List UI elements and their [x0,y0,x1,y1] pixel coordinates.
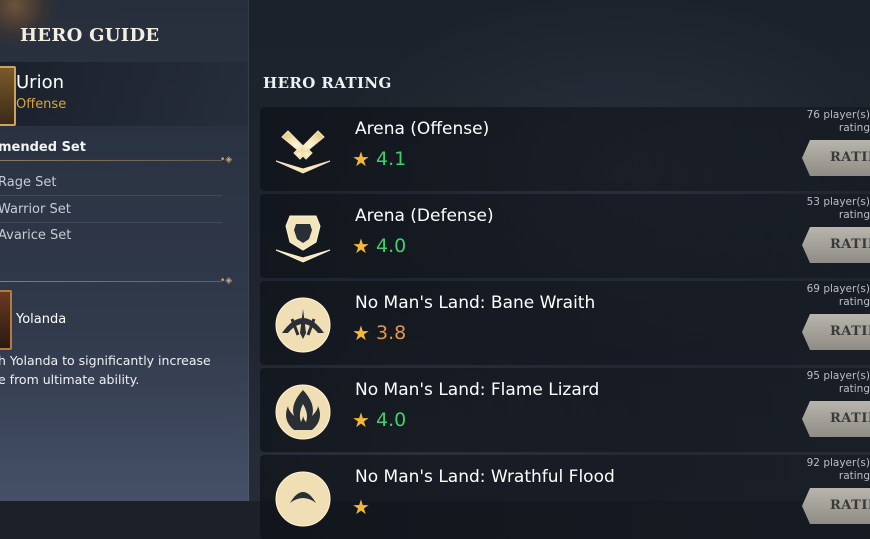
star-icon: ★ [352,234,370,258]
player-count-sub: rating [838,296,870,308]
star-icon: ★ [352,321,370,345]
wraith-icon [268,289,338,359]
player-count-sub: rating [838,470,870,482]
player-count-sub: rating [838,122,870,134]
divider [0,160,222,161]
player-count-text: 95 player(s) [806,370,870,382]
rating-score: 4.1 [376,148,407,170]
player-count-sub: rating [838,209,870,221]
rating-score: 3.8 [376,322,407,344]
star-icon: ★ [352,147,370,171]
rating-button[interactable]: RATIN [802,314,870,350]
rating-score: 4.0 [376,409,407,431]
rating-button[interactable]: RATIN [802,488,870,524]
rating-button[interactable]: RATIN [802,227,870,263]
star-icon: ★ [352,408,370,432]
player-count-sub: rating [838,383,870,395]
divider-ornament: •◈ [220,276,233,286]
rating-button[interactable]: RATIN [802,140,870,176]
partner-name: Yolanda [16,312,67,327]
set-item-warrior[interactable]: Warrior Set [0,197,222,223]
hero-rating-title: HERO RATING [263,74,392,92]
hero-portrait [0,66,16,126]
divider [0,281,222,282]
divider-ornament: •◈ [220,155,233,165]
hero-name: Urion [16,72,64,93]
mode-name: No Man's Land: Bane Wraith [355,293,596,313]
page-title: HERO GUIDE [20,25,160,46]
player-count-text: 76 player(s) [806,109,870,121]
player-count: 92 player(s) rating [750,457,870,483]
partner-description: h Yolanda to significantly increase e fr… [0,353,211,387]
mode-name: Arena (Offense) [355,119,490,139]
hero-guide-panel: HERO GUIDE Urion Offense mended Set •◈ R… [0,0,249,501]
set-item-rage[interactable]: Rage Set [0,170,222,196]
player-count-text: 92 player(s) [806,457,870,469]
mode-name: No Man's Land: Wrathful Flood [355,467,615,487]
hero-role: Offense [16,97,67,112]
player-count: 76 player(s) rating [750,109,870,135]
player-count: 53 player(s) rating [750,196,870,222]
player-count-text: 69 player(s) [806,283,870,295]
shield-icon [268,202,338,272]
mode-name: Arena (Defense) [355,206,494,226]
crossed-swords-icon [268,115,338,185]
player-count-text: 53 player(s) [806,196,870,208]
partner-portrait[interactable] [0,290,12,350]
star-icon: ★ [352,495,370,519]
recommended-set-label: mended Set [0,140,86,155]
mode-name: No Man's Land: Flame Lizard [355,380,600,400]
set-item-avarice[interactable]: Avarice Set [0,223,222,248]
rating-button[interactable]: RATIN [802,401,870,437]
flood-icon [268,463,338,533]
flame-icon [268,376,338,446]
hero-header[interactable]: Urion Offense [0,62,248,126]
rating-score: 4.0 [376,235,407,257]
player-count: 69 player(s) rating [750,283,870,309]
player-count: 95 player(s) rating [750,370,870,396]
